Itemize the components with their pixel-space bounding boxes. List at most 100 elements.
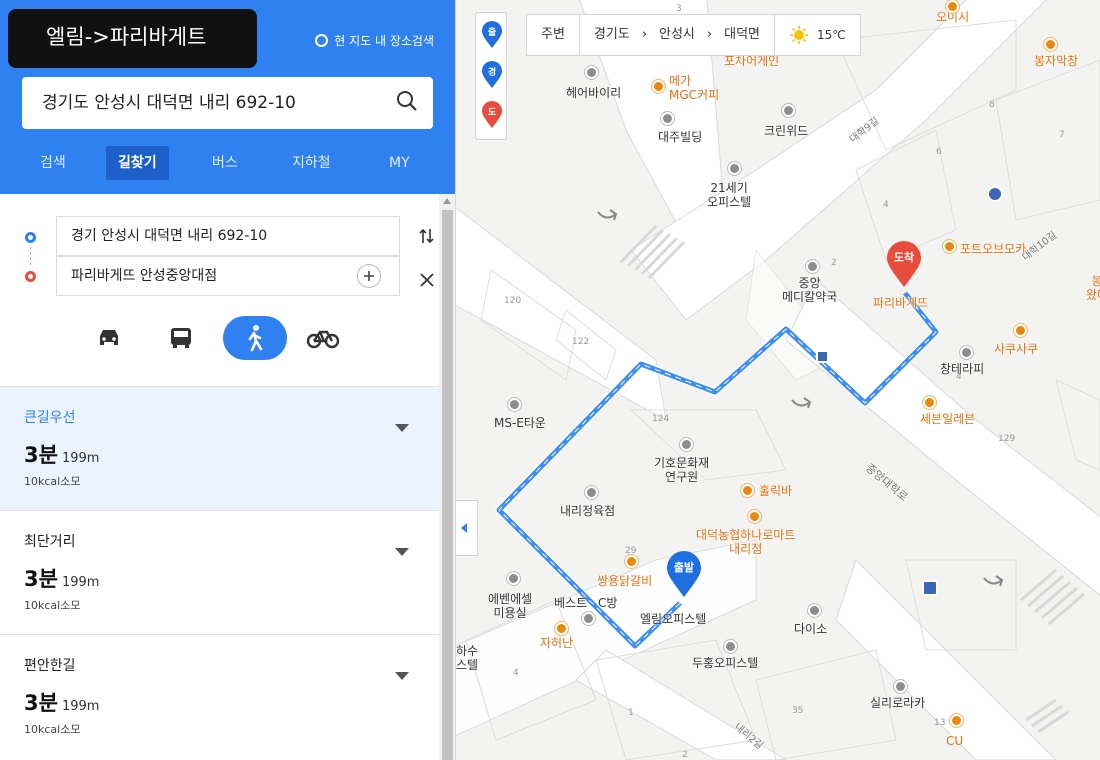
poi-icon[interactable] <box>728 162 741 175</box>
end-field[interactable]: 파리바게뜨 안성중앙대점 <box>56 256 400 296</box>
poi-icon[interactable] <box>582 612 595 625</box>
map-view[interactable]: 오이시 봉자막창 호텔 포차어게인 헤어바이리 메가 MGC커피 대주빌딩 크린… <box>456 0 1100 760</box>
tab-search[interactable]: 검색 <box>40 146 66 180</box>
map-label[interactable]: 홀릭바 <box>759 484 792 498</box>
map-label[interactable]: 베스트 <box>554 596 587 610</box>
map-label[interactable]: 엘림오피스텔 <box>640 612 706 626</box>
map-label[interactable]: 대주빌딩 <box>658 130 702 144</box>
swap-button[interactable] <box>415 224 439 248</box>
map-label[interactable]: 중앙 메디칼약국 <box>782 276 837 304</box>
mode-bus[interactable] <box>155 316 207 360</box>
map-label[interactable]: C방 <box>598 596 617 610</box>
map-label[interactable]: 기호문화재 연구원 <box>654 456 709 484</box>
map-label[interactable]: 세븐일레븐 <box>920 412 975 426</box>
salon-icon[interactable] <box>507 572 520 585</box>
map-label[interactable]: 21세기 오피스텔 <box>707 181 751 209</box>
route-option[interactable]: 최단거리 3분 199m 10kcal소모 <box>0 510 439 634</box>
map-label[interactable]: 쌍용닭갈비 <box>597 574 652 588</box>
restaurant-icon[interactable] <box>1044 38 1057 51</box>
start-marker-button[interactable]: 출 <box>481 21 503 49</box>
scroll-thumb[interactable] <box>442 210 453 760</box>
clear-button[interactable] <box>415 268 439 292</box>
poi-icon[interactable] <box>508 398 521 411</box>
restaurant-icon[interactable] <box>946 0 959 13</box>
map-label[interactable]: 사쿠사쿠 <box>994 342 1038 356</box>
mode-walk[interactable] <box>223 316 287 360</box>
restaurant-icon[interactable] <box>1014 324 1027 337</box>
parking-icon[interactable] <box>987 186 1003 202</box>
start-pin[interactable]: 출발 <box>665 550 703 598</box>
map-label[interactable]: 자허난 <box>540 636 573 650</box>
map-label[interactable]: 하수 스텔 <box>456 644 478 672</box>
route-option[interactable]: 편안한길 3분 199m 10kcal소모 <box>0 634 439 758</box>
map-label[interactable]: 봉 왔다 <box>1086 274 1100 302</box>
breadcrumb-item[interactable]: 경기도 <box>594 15 630 55</box>
poi-icon[interactable] <box>661 112 674 125</box>
map-label[interactable]: 크린위드 <box>764 124 808 138</box>
map-label[interactable]: 내리정육점 <box>560 504 615 518</box>
scrollbar[interactable] <box>439 194 455 760</box>
tab-my[interactable]: MY <box>389 146 410 180</box>
poi-icon[interactable] <box>585 66 598 79</box>
poi-icon[interactable] <box>724 640 737 653</box>
map-label[interactable]: 헤어바이리 <box>566 86 621 100</box>
chevron-down-icon[interactable] <box>395 424 409 432</box>
map-label[interactable]: 다이소 <box>794 622 827 636</box>
pharmacy-icon[interactable] <box>806 260 819 273</box>
map-label[interactable]: 두홍오피스텔 <box>692 656 758 670</box>
bus-stop-icon[interactable] <box>816 350 829 363</box>
scroll-up-icon[interactable] <box>443 198 451 204</box>
store-icon[interactable] <box>748 510 761 523</box>
poi-icon[interactable] <box>782 104 795 117</box>
map-label[interactable]: 메가 MGC커피 <box>669 74 719 102</box>
start-dot-icon <box>25 232 36 243</box>
map-label[interactable]: 포트오브모카 <box>960 242 1026 256</box>
route-kcal: 10kcal소모 <box>24 599 81 612</box>
bar-icon[interactable] <box>741 484 754 497</box>
poi-icon[interactable] <box>680 438 693 451</box>
breadcrumb-item[interactable]: 안성시 <box>659 15 695 55</box>
nearby-button[interactable]: 주변 <box>526 14 580 56</box>
restaurant-icon[interactable] <box>555 622 568 635</box>
collapse-panel-button[interactable] <box>456 500 478 556</box>
poi-icon[interactable] <box>960 346 973 359</box>
map-label[interactable]: 포차어게인 <box>724 54 779 68</box>
chevron-down-icon[interactable] <box>395 672 409 680</box>
mode-car[interactable] <box>83 316 135 360</box>
bus-stop-icon[interactable] <box>922 580 938 596</box>
route-option[interactable]: 큰길우선 3분 199m 10kcal소모 <box>0 386 439 510</box>
end-pin[interactable]: 도착 <box>885 240 923 288</box>
waypoint-marker-button[interactable]: 경 <box>481 61 503 89</box>
building-number: 124 <box>652 414 670 424</box>
map-label[interactable]: 봉자막창 <box>1034 54 1078 68</box>
poi-icon[interactable] <box>808 604 821 617</box>
tab-directions[interactable]: 길찾기 <box>106 146 169 180</box>
search-icon[interactable] <box>395 89 419 113</box>
map-label[interactable]: 파리바게뜨 <box>873 296 928 310</box>
add-waypoint-button[interactable] <box>357 264 381 288</box>
search-box[interactable] <box>22 77 433 129</box>
poi-icon[interactable] <box>585 486 598 499</box>
store-icon[interactable] <box>923 396 936 409</box>
end-marker-button[interactable]: 도 <box>481 101 503 129</box>
tab-bus[interactable]: 버스 <box>212 146 238 180</box>
tab-subway[interactable]: 지하철 <box>292 146 331 180</box>
restaurant-icon[interactable] <box>625 555 638 568</box>
map-label[interactable]: 에벤에셀 미용실 <box>488 592 532 620</box>
cafe-icon[interactable] <box>652 80 665 93</box>
map-label[interactable]: 실리로라카 <box>870 696 925 710</box>
weather-widget[interactable]: 15℃ <box>775 14 861 56</box>
breadcrumb-item[interactable]: 대덕면 <box>724 15 760 55</box>
here-search-button[interactable]: 현 지도 내 장소검색 <box>315 32 434 49</box>
store-icon[interactable] <box>950 714 963 727</box>
mode-bike[interactable] <box>297 316 349 360</box>
map-label[interactable]: 창테라피 <box>940 362 984 376</box>
cafe-icon[interactable] <box>943 240 956 253</box>
map-label[interactable]: MS-E타운 <box>494 416 546 430</box>
map-label[interactable]: 대덕농협하나로마트 내리점 <box>696 528 795 556</box>
start-field[interactable]: 경기 안성시 대덕면 내리 692-10 <box>56 216 400 256</box>
poi-icon[interactable] <box>894 680 907 693</box>
map-label[interactable]: CU <box>946 734 963 748</box>
search-input[interactable] <box>42 90 382 110</box>
chevron-down-icon[interactable] <box>395 548 409 556</box>
